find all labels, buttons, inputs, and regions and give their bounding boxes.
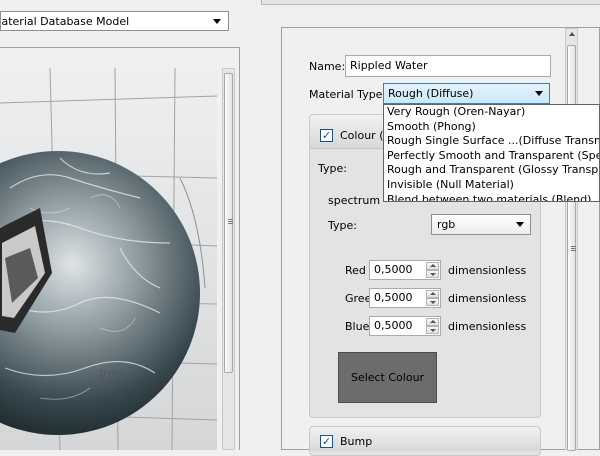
material-option[interactable]: Rough Single Surface ...(Diffuse Transmi… [384,134,599,149]
name-label: Name: [309,60,346,73]
arrow-up-icon [430,292,436,295]
red-stepper[interactable]: 0,5000 [369,260,441,280]
material-type-listbox: Very Rough (Oren-Nayar) Smooth (Phong) R… [383,104,600,202]
material-option[interactable]: Rough and Transparent (Glossy Transparen… [384,163,599,178]
arrow-down-icon [430,301,436,304]
spectrum-type-value: rgb [437,218,456,231]
material-option[interactable]: Perfectly Smooth and Transparent (Specul… [384,149,599,164]
blue-increment-button[interactable] [426,318,439,326]
green-increment-button[interactable] [426,290,439,298]
green-value: 0,5000 [374,291,413,304]
material-option[interactable]: Invisible (Null Material) [384,178,599,193]
red-value: 0,5000 [374,263,413,276]
select-colour-label: Select Colour [350,371,425,384]
green-stepper[interactable]: 0,5000 [369,288,441,308]
material-type-label: Material Type: [309,88,387,101]
chevron-down-icon [516,222,524,227]
spectrum-type-dropdown[interactable]: rgb [431,214,531,235]
right-toolbar-area [261,0,600,5]
blue-value: 0,5000 [374,319,413,332]
ruler-label: 0 cm [100,369,122,380]
blue-unit-label: dimensionless [448,320,527,333]
model-dropdown-value: Material Database Model [0,15,130,28]
scroll-up-icon[interactable] [569,32,575,36]
blue-stepper[interactable]: 0,5000 [369,316,441,336]
material-option[interactable]: Very Rough (Oren-Nayar) [384,105,599,120]
material-type-value: Rough (Diffuse) [388,87,474,100]
preview-image: 0 cm [0,68,217,450]
checkmark-icon: ✓ [321,435,332,448]
spectrum-type-label: Type: [328,219,357,232]
material-type-dropdown[interactable]: Rough (Diffuse) [383,83,550,104]
red-unit-label: dimensionless [448,264,527,277]
arrow-down-icon [430,329,436,332]
preview-scrollbar[interactable] [222,68,235,450]
arrow-up-icon [430,264,436,267]
colour-type-label: Type: [318,162,347,175]
chevron-down-icon [213,19,221,24]
red-decrement-button[interactable] [426,270,439,278]
blue-label: Blue [345,320,370,333]
material-option[interactable]: Blend between two materials (Blend) [384,193,599,201]
green-unit-label: dimensionless [448,292,527,305]
properties-scrollbar[interactable] [565,28,578,451]
arrow-down-icon [430,273,436,276]
material-option[interactable]: Smooth (Phong) [384,120,599,135]
red-increment-button[interactable] [426,262,439,270]
bump-checkbox[interactable]: ✓ [320,435,333,448]
name-input[interactable]: Rippled Water [345,55,551,77]
preview-render: 0 cm [0,68,217,450]
green-decrement-button[interactable] [426,298,439,306]
colour-checkbox[interactable]: ✓ [320,129,333,142]
model-dropdown[interactable]: Material Database Model [0,11,229,31]
red-label: Red [345,264,366,277]
spectrum-label: spectrum [328,194,381,207]
arrow-up-icon [430,320,436,323]
checkmark-icon: ✓ [321,129,332,142]
preview-scroll-thumb[interactable] [224,73,233,373]
bump-group-title: Bump [340,435,373,448]
select-colour-button[interactable]: Select Colour [338,352,437,403]
blue-decrement-button[interactable] [426,326,439,334]
chevron-down-icon [535,91,543,96]
